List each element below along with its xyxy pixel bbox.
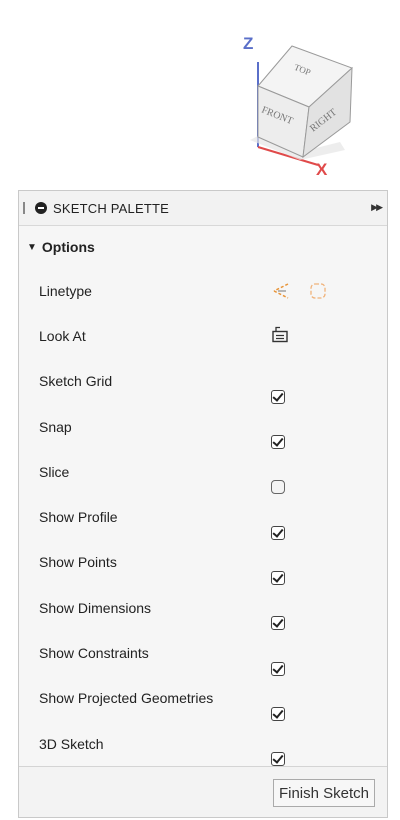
finish-sketch-button[interactable]: Finish Sketch (272, 779, 375, 807)
z-axis-label: Z (243, 34, 254, 53)
double-chevron-right-icon[interactable]: ▶▶ (371, 202, 383, 213)
show-dimensions-checkbox[interactable] (271, 616, 285, 631)
row-label: Show Projected Geometries (39, 690, 214, 707)
grip-icon[interactable] (23, 202, 25, 214)
row-snap: Snap (19, 404, 387, 450)
row-label: 3D Sketch (39, 735, 104, 752)
row-label: Look At (39, 327, 86, 344)
row-show-constraints: Show Constraints (19, 630, 387, 676)
palette-footer: Finish Sketch (19, 766, 387, 817)
show-constraints-checkbox[interactable] (271, 661, 285, 676)
row-label: Show Constraints (39, 645, 149, 662)
look-at-icon[interactable] (271, 325, 289, 343)
row-look-at: Look At (19, 313, 387, 358)
viewcube[interactable]: TOP FRONT RIGHT Z X (0, 0, 400, 185)
3d-sketch-checkbox[interactable] (271, 752, 285, 767)
row-linetype: Linetype (19, 268, 387, 313)
options-section-title: Options (41, 239, 95, 255)
minus-circle-icon[interactable] (35, 202, 47, 214)
row-label: Snap (39, 418, 72, 435)
triangle-down-icon[interactable]: ▼ (27, 242, 37, 253)
show-profile-checkbox[interactable] (271, 525, 285, 540)
row-3d-sketch: 3D Sketch (19, 721, 387, 767)
options-section-header[interactable]: ▼ Options (19, 226, 387, 268)
sketch-palette: SKETCH PALETTE ▶▶ ▼ Options Linetype Loo… (18, 190, 388, 818)
sketch-grid-checkbox[interactable] (271, 389, 285, 404)
row-label: Linetype (39, 282, 92, 299)
row-label: Sketch Grid (39, 373, 113, 390)
row-show-profile: Show Profile (19, 494, 387, 540)
row-slice: Slice (19, 449, 387, 495)
row-label: Show Points (39, 554, 117, 571)
viewcube-graphic[interactable]: TOP FRONT RIGHT (0, 0, 400, 185)
row-show-dimensions: Show Dimensions (19, 585, 387, 631)
slice-checkbox[interactable] (271, 480, 285, 495)
snap-checkbox[interactable] (271, 435, 285, 450)
x-axis-label: X (316, 160, 328, 179)
look-at-button[interactable] (271, 325, 289, 346)
centerline-icon[interactable] (309, 282, 327, 300)
row-label: Show Profile (39, 509, 118, 526)
construction-line-icon[interactable] (271, 282, 291, 300)
row-sketch-grid: Sketch Grid (19, 359, 387, 404)
row-show-points: Show Points (19, 540, 387, 586)
linetype-controls (271, 282, 327, 300)
row-label: Slice (39, 463, 70, 480)
palette-header[interactable]: SKETCH PALETTE ▶▶ (19, 191, 387, 226)
show-projected-geometries-checkbox[interactable] (271, 706, 285, 721)
palette-title: SKETCH PALETTE (53, 200, 169, 216)
show-points-checkbox[interactable] (271, 571, 285, 586)
row-label: Show Dimensions (39, 599, 152, 616)
row-show-projected-geometries: Show Projected Geometries (19, 676, 387, 721)
